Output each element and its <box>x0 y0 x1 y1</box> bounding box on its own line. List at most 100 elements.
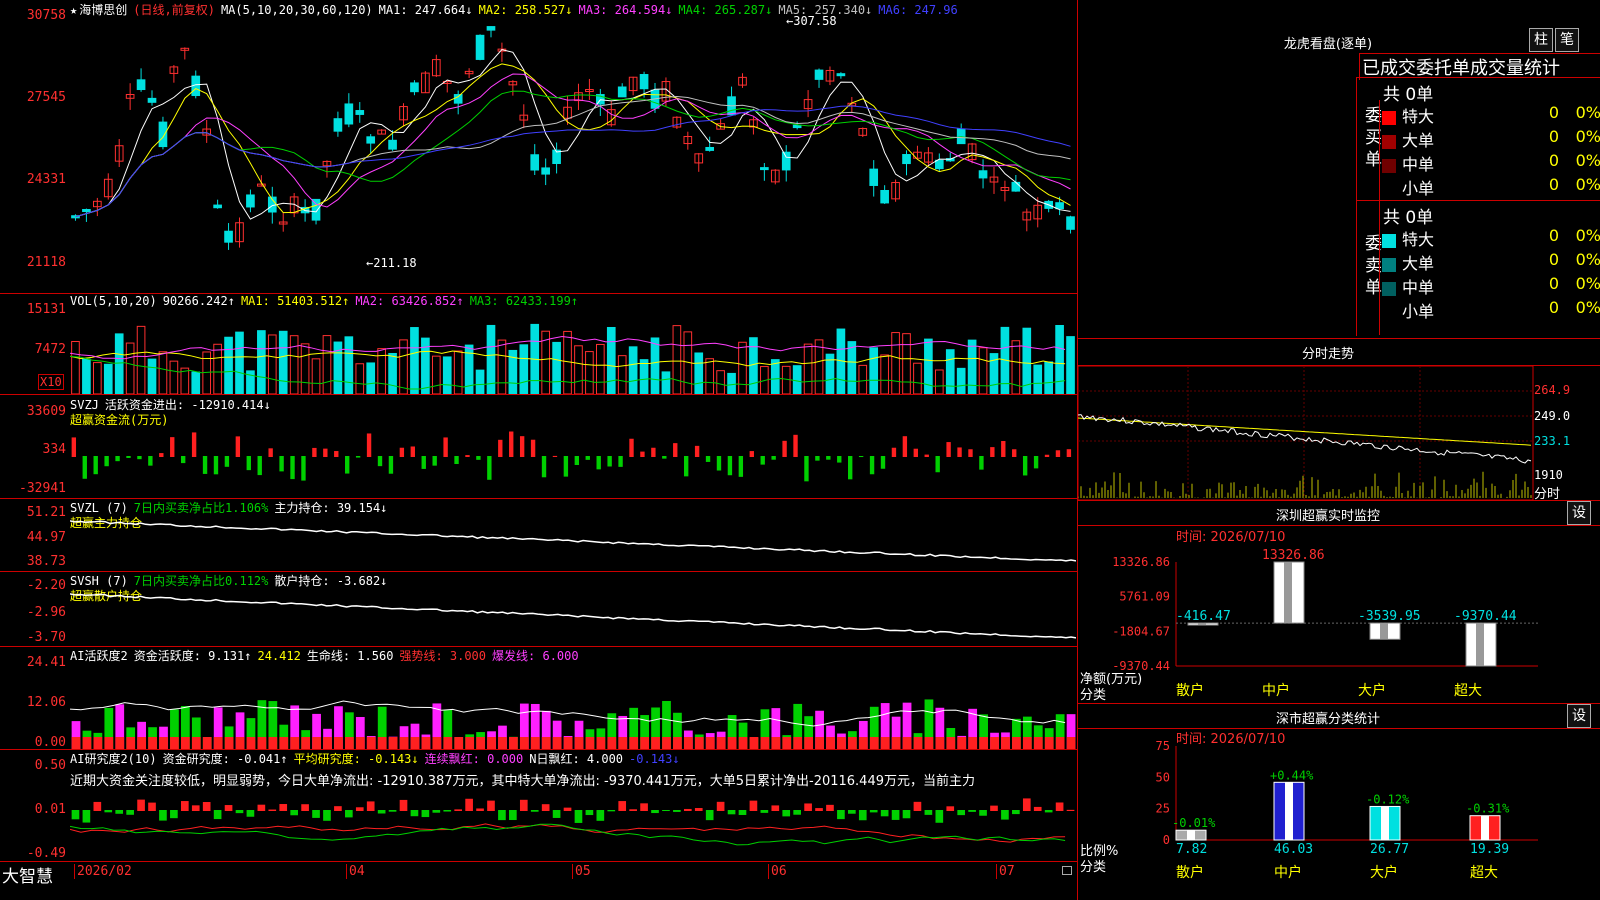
holding-line <box>70 593 1076 639</box>
ai-res-label: AI研究度2(10) <box>70 752 157 766</box>
x-axis: 大智慧 2026/02 04 05 06 07 <box>0 862 1077 900</box>
order-type: 大单 <box>1402 131 1435 150</box>
flow-bar <box>159 453 164 457</box>
activity-base <box>290 737 300 749</box>
research-bar <box>913 801 922 811</box>
candle-body <box>453 94 463 104</box>
research-bar <box>607 810 616 812</box>
flow-bar <box>979 456 984 470</box>
svzl-panel[interactable]: SVZL (7) 7日内买卖净占比1.106% 主力持仓: 39.154↓ 超赢主力… <box>0 499 1077 572</box>
activity-base <box>585 737 595 749</box>
ai-research-panel[interactable]: AI研究度2(10) 资金研究度: -0.041↑ 平均研究度: -0.143↓ 连续… <box>0 750 1077 862</box>
flow-bar <box>880 456 886 469</box>
research-bar <box>377 810 386 814</box>
classstat-category: 超大 <box>1470 865 1498 881</box>
research-bar <box>1033 806 1042 811</box>
color-swatch <box>1382 158 1396 173</box>
classstat-bar-shine <box>1381 806 1389 840</box>
candle-body <box>880 189 889 204</box>
flow-bar <box>826 456 831 460</box>
tick-mode-button[interactable]: 笔 <box>1555 28 1579 52</box>
research-bar <box>683 808 692 811</box>
ai-activity-panel[interactable]: AI活跃度2 资金活跃度: 9.131↑ 24.412 生命线: 1.560 强势线: … <box>0 647 1077 750</box>
flow-bar <box>465 455 470 457</box>
research-bar <box>552 810 561 818</box>
volume-bar <box>869 347 879 394</box>
research-bar <box>345 810 353 818</box>
research-bar <box>268 809 277 811</box>
order-pct: 0% <box>1575 151 1600 170</box>
volume-bar <box>257 330 266 394</box>
volume-bar <box>814 339 824 394</box>
flow-bar <box>1022 456 1028 476</box>
monitor-y-label: 5761.09 <box>1119 590 1170 604</box>
research-bar <box>126 810 134 815</box>
flow-bar <box>848 456 853 480</box>
fenshi-chart[interactable] <box>1078 366 1600 500</box>
candle-body <box>213 204 222 209</box>
classstat-y-label: 25 <box>1156 802 1170 816</box>
research-bar <box>858 810 867 821</box>
flow-bar <box>705 456 711 462</box>
volume-bar <box>803 343 813 394</box>
sell-total: 共 0单 <box>1383 208 1434 228</box>
lock-icon[interactable] <box>1062 866 1072 875</box>
y-tick: 21118 <box>26 255 66 270</box>
research-bar <box>563 807 572 811</box>
flow-bar <box>180 456 186 464</box>
monitor-settings-button[interactable]: 设 <box>1567 501 1591 525</box>
research-bar <box>1044 810 1053 813</box>
volume-bar <box>792 365 802 394</box>
y-tick: 24331 <box>26 172 66 187</box>
fenshi-y-tick: 264.9 <box>1534 383 1571 397</box>
y-tick: 51.21 <box>26 505 66 520</box>
volume-bar <box>453 350 463 394</box>
order-pct: 0% <box>1575 127 1600 146</box>
vol-ma1: MA1: 51403.512↑ <box>240 294 350 308</box>
volume-bar <box>158 351 168 394</box>
activity-base <box>191 737 201 749</box>
research-bar <box>290 810 298 816</box>
longhu-subtitle: 已成交委托单成交量统计 <box>1359 53 1600 80</box>
volume-bar <box>191 371 201 394</box>
activity-base <box>159 737 168 749</box>
bar-mode-button[interactable]: 柱 <box>1529 28 1553 52</box>
svzj-panel[interactable]: SVZJ 活跃资金进出: -12910.414↓ 超赢资金流(万元) 33609 … <box>0 396 1077 499</box>
kline-svg[interactable] <box>70 14 1076 292</box>
activity-base <box>957 737 967 749</box>
flow-bar <box>596 456 601 470</box>
classstat-settings-button[interactable]: 设 <box>1567 704 1591 728</box>
research-bar <box>727 810 736 815</box>
flow-bar <box>421 456 426 469</box>
activity-base <box>618 737 628 749</box>
research-bar <box>694 808 703 811</box>
candle-body <box>934 159 944 170</box>
svzj-svg <box>71 431 1072 482</box>
activity-base <box>694 737 704 749</box>
candle-body <box>136 79 146 91</box>
order-type: 小单 <box>1402 302 1435 321</box>
flow-bar <box>170 437 175 457</box>
candle-body <box>530 154 540 171</box>
activity-base <box>651 737 660 749</box>
vol-panel[interactable]: VOL(5,10,20) 90266.242↑ MA1: 51403.512↑ MA2… <box>0 294 1077 395</box>
fenshi-y-tick: 249.0 <box>1534 409 1571 423</box>
activity-base <box>366 737 376 749</box>
flow-bar <box>530 439 536 457</box>
research-bar <box>334 806 342 811</box>
volume-bar <box>1044 361 1053 394</box>
flow-bar <box>651 447 656 457</box>
activity-base <box>509 737 518 749</box>
main-kline-panel[interactable]: ★ 海博思创 (日线,前复权) MA(5,10,20,30,60,120) MA1: 2… <box>0 0 1077 294</box>
research-bar <box>421 810 430 818</box>
activity-base <box>202 737 212 749</box>
flow-bar <box>607 456 612 467</box>
volume-bar <box>738 341 747 394</box>
activity-base <box>749 737 759 749</box>
color-swatch <box>1382 305 1396 320</box>
candle-body <box>781 151 791 171</box>
research-bar <box>651 810 659 814</box>
svsh-panel[interactable]: SVSH (7) 7日内买卖净占比0.112% 散户持仓: -3.682↓ 超赢散户… <box>0 572 1077 647</box>
flow-bar <box>301 456 306 481</box>
flow-bar <box>563 456 569 477</box>
